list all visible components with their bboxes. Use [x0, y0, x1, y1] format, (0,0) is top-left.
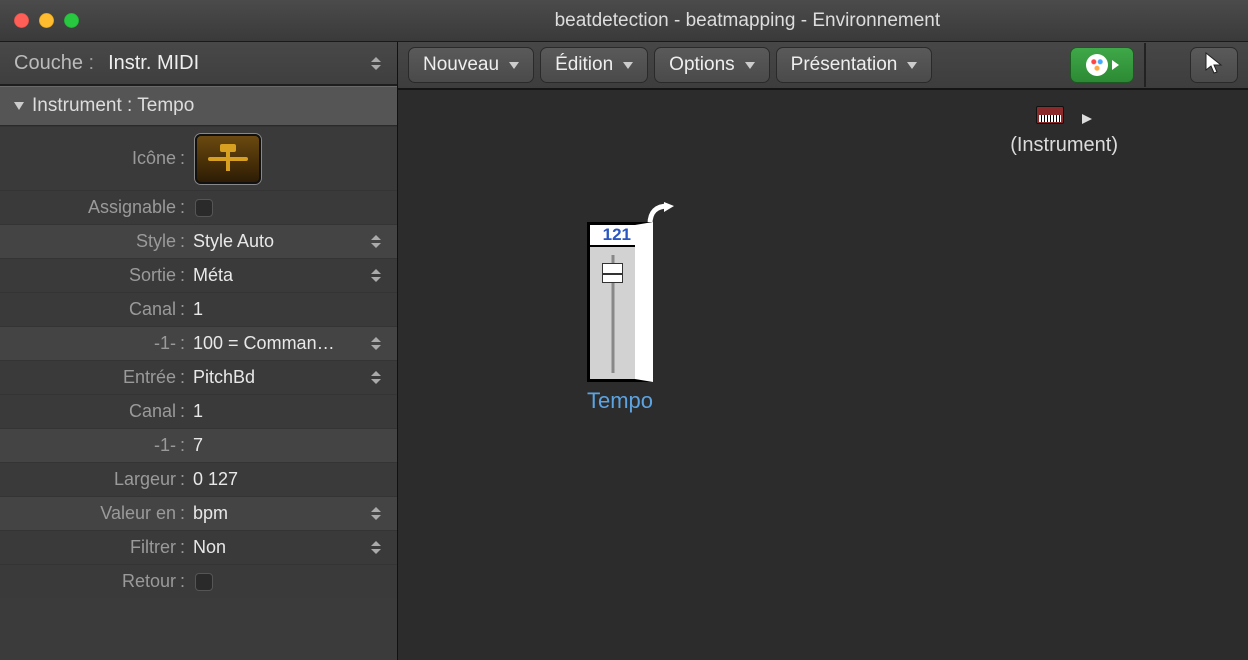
row-neg1-b[interactable]: -1- : 7 [0, 428, 397, 462]
row-largeur[interactable]: Largeur : 0 127 [0, 462, 397, 496]
close-icon[interactable] [14, 13, 29, 28]
zoom-icon[interactable] [64, 13, 79, 28]
section-title: Instrument : Tempo [32, 95, 194, 117]
layer-value: Instr. MIDI [108, 52, 199, 75]
chevron-down-icon [509, 62, 519, 69]
row-sortie[interactable]: Sortie : Méta [0, 258, 397, 292]
stepper-icon[interactable] [369, 231, 383, 253]
assignable-checkbox[interactable] [195, 199, 213, 217]
toolbar-divider [1144, 43, 1146, 87]
layer-selector[interactable]: Couche : Instr. MIDI [0, 42, 397, 86]
row-style[interactable]: Style : Style Auto [0, 224, 397, 258]
stepper-icon[interactable] [369, 367, 383, 389]
window-controls [14, 13, 79, 28]
fader-frame[interactable]: 121 [587, 222, 653, 382]
stepper-icon[interactable] [369, 52, 383, 74]
row-canal-out[interactable]: Canal : 1 [0, 292, 397, 326]
chevron-down-icon [745, 62, 755, 69]
menu-edition[interactable]: Édition [540, 47, 648, 83]
window-title: beatdetection - beatmapping - Environnem… [555, 10, 941, 32]
pointer-icon [1204, 52, 1224, 79]
row-icon: Icône : [0, 126, 397, 190]
instrument-label: (Instrument) [1010, 134, 1118, 156]
row-filtrer[interactable]: Filtrer : Non [0, 530, 397, 564]
palette-icon [1086, 54, 1108, 76]
menu-presentation[interactable]: Présentation [776, 47, 933, 83]
label-icon: Icône [0, 148, 180, 169]
chevron-down-icon [907, 62, 917, 69]
retour-checkbox[interactable] [195, 573, 213, 591]
row-valeur-en[interactable]: Valeur en : bpm [0, 496, 397, 530]
row-canal-in[interactable]: Canal : 1 [0, 394, 397, 428]
output-port-icon[interactable] [1082, 114, 1092, 124]
stepper-icon[interactable] [369, 503, 383, 525]
minimize-icon[interactable] [39, 13, 54, 28]
environment-canvas[interactable]: Nouveau Édition Options Présentation [398, 42, 1248, 660]
menu-nouveau[interactable]: Nouveau [408, 47, 534, 83]
row-neg1-a[interactable]: -1- : 100 = Comman… [0, 326, 397, 360]
window-titlebar: beatdetection - beatmapping - Environnem… [0, 0, 1248, 42]
disclosure-triangle-icon[interactable] [14, 102, 24, 110]
instrument-object[interactable]: (Instrument) [1010, 106, 1118, 157]
stepper-icon[interactable] [369, 537, 383, 559]
row-entree[interactable]: Entrée : PitchBd [0, 360, 397, 394]
pointer-tool-button[interactable] [1190, 47, 1238, 83]
menu-options[interactable]: Options [654, 47, 769, 83]
fader-icon [208, 144, 248, 174]
stepper-icon[interactable] [369, 333, 383, 355]
icon-well[interactable] [195, 134, 261, 184]
layer-label: Couche [14, 52, 83, 75]
canvas-toolbar: Nouveau Édition Options Présentation [398, 42, 1248, 90]
fader-name[interactable]: Tempo [576, 388, 664, 414]
tempo-fader-object[interactable]: 121 Tempo [576, 222, 664, 414]
inspector-panel: Couche : Instr. MIDI Instrument : Tempo … [0, 42, 398, 660]
instrument-icon [1036, 106, 1064, 124]
inspector-section-header[interactable]: Instrument : Tempo [0, 86, 397, 126]
fader-value[interactable]: 121 [590, 225, 635, 247]
chevron-right-icon [1112, 60, 1119, 70]
color-palette-button[interactable] [1070, 47, 1134, 83]
fader-knob[interactable] [602, 263, 623, 283]
row-retour: Retour : [0, 564, 397, 598]
chevron-down-icon [623, 62, 633, 69]
row-assignable: Assignable : [0, 190, 397, 224]
stepper-icon[interactable] [369, 265, 383, 287]
